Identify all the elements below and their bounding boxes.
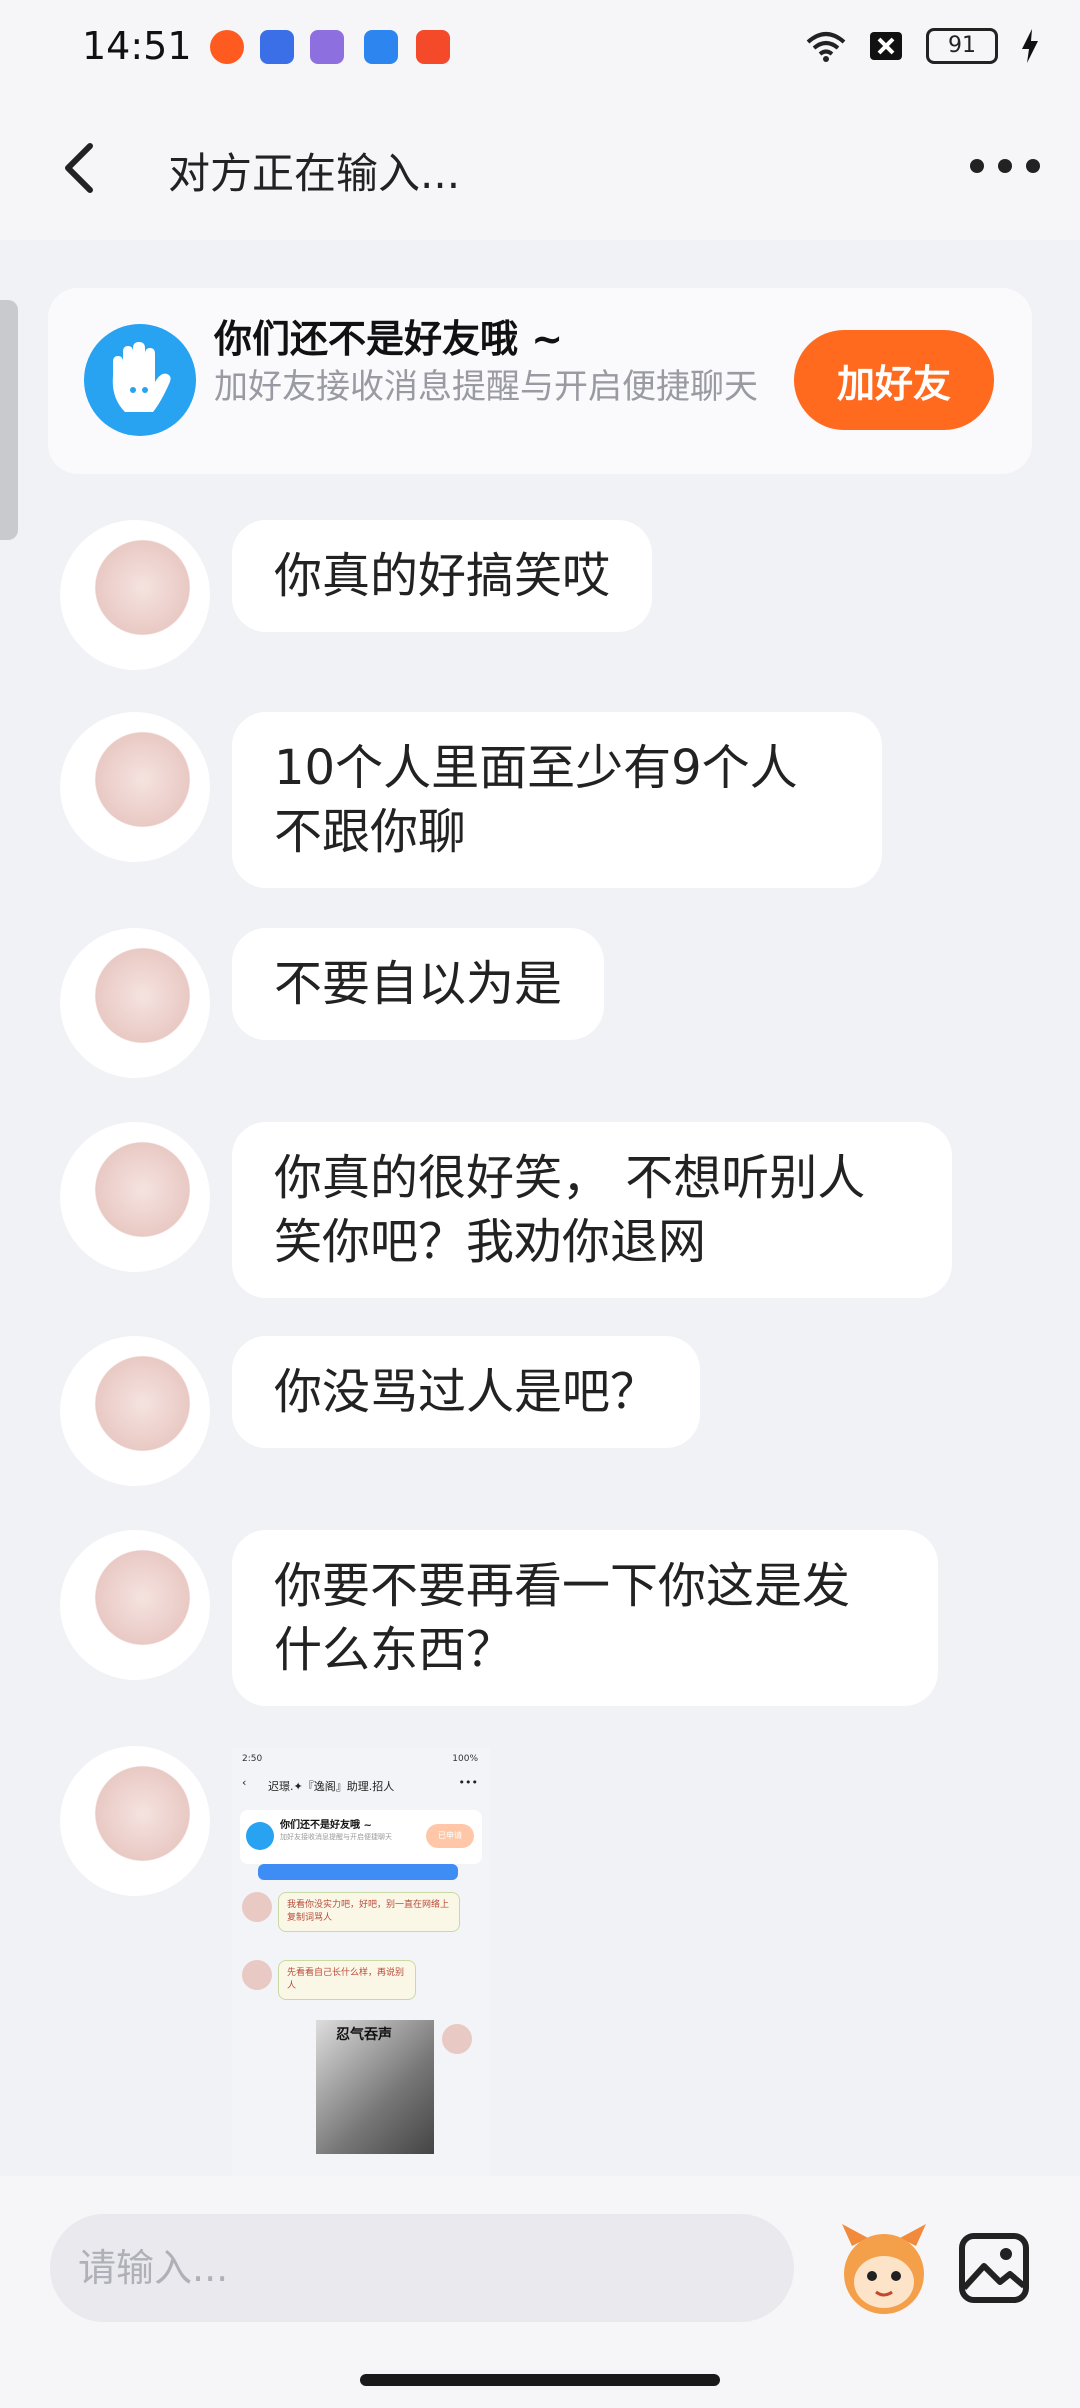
sender-avatar[interactable]: [60, 1746, 210, 1896]
chat-header: 对方正在输入...: [0, 96, 1080, 240]
shot-avatar: [242, 1960, 272, 1990]
message-bubble[interactable]: 你要不要再看一下你这是发什么东西？: [232, 1530, 938, 1706]
image-message[interactable]: 2:50 100% ‹ 迟璟.✦『逸阁』助理.招人 ••• 你们还不是好友哦 ~…: [232, 1748, 490, 2178]
cat-app-notification-icon: [310, 30, 344, 64]
video-app-notification-icon: [416, 30, 450, 64]
sender-avatar[interactable]: [60, 1336, 210, 1486]
chat-title: 对方正在输入...: [168, 149, 461, 198]
baidu-notification-icon: [260, 30, 294, 64]
home-indicator[interactable]: [360, 2374, 720, 2386]
shot-sticker-text: 忍气吞声: [336, 2027, 392, 2043]
shot-card-icon: [246, 1822, 274, 1850]
more-options-button[interactable]: [970, 146, 1040, 186]
app-notification-icon: [210, 30, 244, 64]
shot-partial-bubble: [258, 1864, 458, 1880]
sticker-emoji-icon[interactable]: [832, 2216, 936, 2320]
battery-indicator: 91: [926, 28, 998, 64]
message-input[interactable]: 请输入...: [50, 2214, 794, 2322]
shot-friend-card: 你们还不是好友哦 ~ 加好友接收消息提醒与开启便捷聊天 已申请: [240, 1810, 482, 1864]
shot-time: 2:50: [242, 1754, 263, 1764]
status-right: 91: [806, 28, 1040, 64]
sender-avatar[interactable]: [60, 520, 210, 670]
sender-avatar[interactable]: [60, 712, 210, 862]
sender-avatar[interactable]: [60, 1122, 210, 1272]
card-title: 你们还不是好友哦 ~: [214, 317, 564, 361]
message-bubble[interactable]: 你真的好搞笑哎: [232, 520, 653, 632]
status-bar: 14:51 91: [0, 0, 1080, 96]
charging-icon: [1022, 29, 1038, 63]
shot-card-title: 你们还不是好友哦 ~: [280, 1820, 372, 1831]
more-dot-icon: [1026, 159, 1040, 173]
message-bubble[interactable]: 你真的很好笑， 不想听别人笑你吧？我劝你退网: [232, 1122, 952, 1298]
shot-avatar: [242, 1892, 272, 1922]
not-friends-card: 你们还不是好友哦 ~ 加好友接收消息提醒与开启便捷聊天 加好友: [48, 288, 1032, 474]
no-sim-icon: [870, 32, 902, 60]
message-bubble[interactable]: 不要自以为是: [232, 928, 605, 1040]
shot-avatar: [442, 2024, 472, 2054]
message-bubble[interactable]: 10个人里面至少有9个人不跟你聊: [232, 712, 882, 888]
shot-message-2: 先看看自己长什么样，再说别人: [278, 1960, 416, 2000]
add-friend-button[interactable]: 加好友: [794, 330, 994, 430]
wave-hand-icon: [84, 324, 196, 436]
blue-app-notification-icon: [364, 30, 398, 64]
shot-card-button: 已申请: [426, 1824, 474, 1848]
sender-avatar[interactable]: [60, 928, 210, 1078]
shot-card-sub: 加好友接收消息提醒与开启便捷聊天: [280, 1833, 392, 1841]
shot-message-1: 我看你没实力吧，好吧，别一直在网络上复制词骂人: [278, 1892, 460, 1932]
scroll-indicator[interactable]: [0, 300, 18, 540]
back-arrow-icon[interactable]: [58, 140, 106, 196]
shot-title: 迟璟.✦『逸阁』助理.招人: [268, 1780, 395, 1793]
sender-avatar[interactable]: [60, 1530, 210, 1680]
wifi-icon: [806, 32, 846, 62]
shot-back-icon: ‹: [242, 1776, 247, 1789]
image-picker-icon[interactable]: [958, 2232, 1030, 2304]
card-subtitle: 加好友接收消息提醒与开启便捷聊天: [214, 367, 758, 407]
shot-sticker-image: 忍气吞声: [316, 2020, 434, 2154]
shot-more-icon: •••: [458, 1776, 478, 1789]
message-bubble[interactable]: 你没骂过人是吧？: [232, 1336, 701, 1448]
more-dot-icon: [998, 159, 1012, 173]
shot-battery: 100%: [452, 1754, 478, 1764]
more-dot-icon: [970, 159, 984, 173]
status-time: 14:51: [82, 24, 192, 68]
